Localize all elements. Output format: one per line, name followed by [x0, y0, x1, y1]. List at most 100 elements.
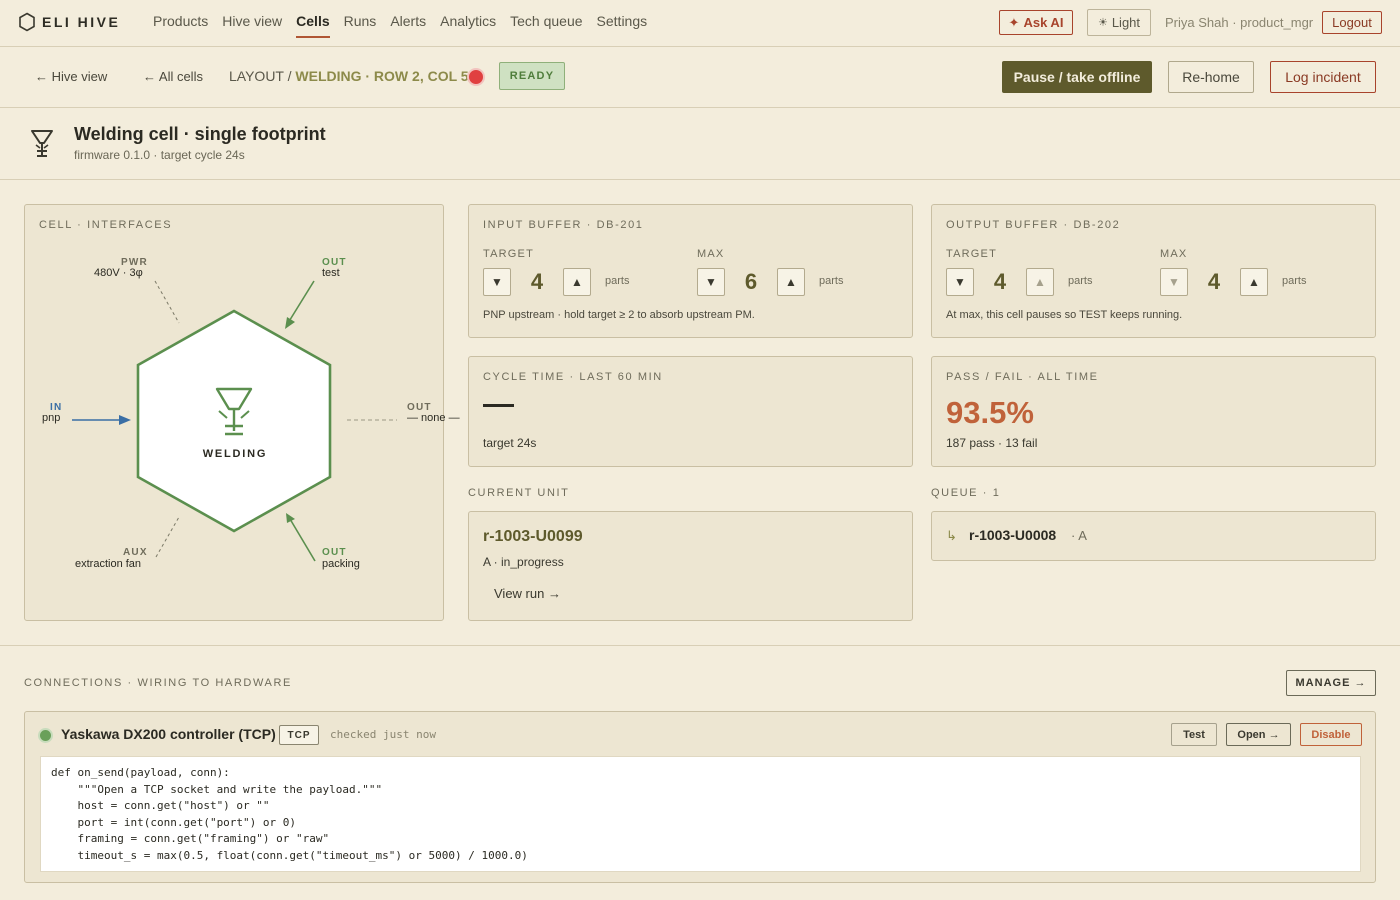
- diagram-title: CELL · INTERFACES: [39, 219, 173, 231]
- nav-cells[interactable]: Cells: [296, 0, 331, 47]
- nav-products[interactable]: Products: [153, 0, 208, 47]
- pwr-connector: [154, 280, 180, 324]
- output-max-label: MAX: [1160, 248, 1188, 260]
- output-target-decrement-button[interactable]: ▼: [946, 268, 974, 296]
- breadcrumb: LAYOUT / WELDING · ROW 2, COL 5: [229, 68, 469, 84]
- code-line: def on_send(payload, conn):: [51, 766, 230, 779]
- code-line: host = conn.get("host") or "": [51, 799, 270, 813]
- queue-arrow-icon: ↳: [946, 528, 957, 543]
- top-nav: ELI HIVE Products Hive view Cells Runs A…: [0, 0, 1400, 47]
- input-target-label: TARGET: [483, 248, 534, 260]
- input-target-unit: parts: [605, 275, 630, 287]
- out-pack-port-value: packing: [322, 558, 360, 570]
- output-max-increment-button[interactable]: ▲: [1240, 268, 1268, 296]
- nav-alerts[interactable]: Alerts: [390, 0, 426, 47]
- nav-hive-view[interactable]: Hive view: [222, 0, 282, 47]
- page-subtitle: firmware 0.1.0 · target cycle 24s: [74, 148, 245, 162]
- out-pack-connector: [289, 518, 316, 562]
- hexagon-logo-icon: [19, 12, 35, 32]
- output-buffer-title: OUTPUT BUFFER · DB-202: [946, 219, 1121, 231]
- aux-port-value: extraction fan: [75, 558, 142, 570]
- nav-settings[interactable]: Settings: [597, 0, 648, 47]
- main-nav: Products Hive view Cells Runs Alerts Ana…: [153, 0, 661, 47]
- out-test-port-value: test: [322, 267, 340, 279]
- current-unit-state: A · in_progress: [483, 555, 564, 569]
- current-unit-panel: r-1003-U0099 A · in_progress View run →: [468, 511, 913, 621]
- status-badge: READY: [499, 62, 565, 90]
- code-line: framing = conn.get("framing") or "raw": [51, 832, 330, 846]
- input-target-increment-button[interactable]: ▲: [563, 268, 591, 296]
- input-max-decrement-button[interactable]: ▼: [697, 268, 725, 296]
- output-max-decrement-button[interactable]: ▼: [1160, 268, 1188, 296]
- output-target-increment-button[interactable]: ▲: [1026, 268, 1054, 296]
- input-target-value: 4: [530, 269, 544, 294]
- in-port-value: pnp: [42, 412, 61, 424]
- ask-ai-button[interactable]: ✦ Ask AI: [999, 10, 1073, 35]
- connections-caption: CONNECTIONS · WIRING TO HARDWARE: [24, 677, 292, 689]
- cycle-time-title: CYCLE TIME · LAST 60 MIN: [483, 371, 663, 383]
- input-buffer-panel: INPUT BUFFER · DB-201 TARGET ▼ 4 ▲ parts…: [468, 204, 913, 338]
- log-incident-button[interactable]: Log incident: [1270, 61, 1376, 93]
- input-buffer-title: INPUT BUFFER · DB-201: [483, 219, 644, 231]
- queue-unit-id[interactable]: r-1003-U0008: [969, 527, 1056, 543]
- manage-connections-button[interactable]: MANAGE →: [1286, 670, 1376, 696]
- code-line: timeout_s = max(0.5, float(conn.get("tim…: [51, 848, 528, 862]
- aux-connector: [155, 516, 180, 558]
- in-arrowhead: [119, 415, 131, 425]
- user-label: Priya Shah · product_mgr: [1165, 15, 1314, 30]
- output-buffer-panel: OUTPUT BUFFER · DB-202 TARGET ▼ 4 ▲ part…: [931, 204, 1376, 338]
- breadcrumb-prefix: LAYOUT /: [229, 68, 296, 84]
- pass-fail-panel: PASS / FAIL · ALL TIME 93.5% 187 pass · …: [931, 356, 1376, 467]
- input-max-increment-button[interactable]: ▲: [777, 268, 805, 296]
- nav-tech-queue[interactable]: Tech queue: [510, 0, 582, 47]
- nav-analytics[interactable]: Analytics: [440, 0, 496, 47]
- connection-code-editor[interactable]: def on_send(payload, conn): """Open a TC…: [40, 756, 1361, 872]
- input-max-unit: parts: [819, 275, 844, 287]
- pass-fail-title: PASS / FAIL · ALL TIME: [946, 371, 1099, 383]
- output-target-label: TARGET: [946, 248, 997, 260]
- input-max-label: MAX: [697, 248, 725, 260]
- connection-name: Yaskawa DX200 controller (TCP): [61, 726, 276, 742]
- theme-toggle-button[interactable]: ☀ Light: [1087, 9, 1151, 36]
- nav-runs[interactable]: Runs: [344, 0, 377, 47]
- interfaces-diagram: CELL · INTERFACES WELDING PWR 480V · 3φ …: [24, 204, 460, 621]
- test-connection-button[interactable]: Test: [1171, 723, 1217, 746]
- code-line: """Open a TCP socket and write the paylo…: [51, 782, 383, 796]
- brand-name: ELI HIVE: [42, 14, 121, 30]
- queue-unit-variant: · A: [1071, 528, 1087, 543]
- back-to-hive-link[interactable]: ← Hive view: [35, 69, 107, 84]
- cycle-time-target: target 24s: [483, 436, 537, 450]
- open-connection-button[interactable]: Open →: [1226, 723, 1291, 746]
- section-divider: [0, 645, 1400, 646]
- welding-icon: [31, 130, 53, 157]
- out-pack-port-tag: OUT: [322, 547, 347, 558]
- cycle-time-panel: CYCLE TIME · LAST 60 MIN — target 24s: [468, 356, 913, 467]
- back-to-cells-link[interactable]: ← All cells: [143, 69, 203, 84]
- output-buffer-note: At max, this cell pauses so TEST keeps r…: [946, 309, 1183, 321]
- output-max-unit: parts: [1282, 275, 1307, 287]
- cell-header: Welding cell · single footprint firmware…: [0, 108, 1400, 180]
- brand[interactable]: ELI HIVE: [18, 12, 120, 32]
- protocol-tag: TCP: [279, 725, 319, 745]
- pass-rate-value: 93.5%: [946, 395, 1034, 430]
- connection-checked-time: checked just now: [330, 728, 436, 741]
- breadcrumb-cell: WELDING · ROW 2, COL 5: [295, 68, 469, 84]
- page-title: Welding cell · single footprint: [74, 124, 326, 144]
- input-max-value: 6: [744, 269, 758, 294]
- logout-button[interactable]: Logout: [1322, 11, 1382, 34]
- output-max-value: 4: [1207, 269, 1221, 294]
- queue-caption: QUEUE · 1: [931, 487, 1001, 499]
- ask-ai-label: Ask AI: [1023, 15, 1064, 30]
- connection-card: Yaskawa DX200 controller (TCP) TCP check…: [24, 711, 1376, 883]
- view-run-link[interactable]: View run →: [494, 586, 561, 601]
- current-unit-id: r-1003-U0099: [483, 528, 583, 545]
- sun-icon: ☀: [1097, 17, 1108, 29]
- rehome-button[interactable]: Re-home: [1168, 61, 1254, 93]
- disable-connection-button[interactable]: Disable: [1300, 723, 1362, 746]
- out-right-port-value: — none —: [407, 412, 460, 424]
- input-target-decrement-button[interactable]: ▼: [483, 268, 511, 296]
- out-pack-arrowhead: [286, 513, 295, 523]
- pwr-port-value: 480V · 3φ: [94, 267, 143, 279]
- sparkle-icon: ✦: [1008, 14, 1020, 30]
- pause-button[interactable]: Pause / take offline: [1002, 61, 1152, 93]
